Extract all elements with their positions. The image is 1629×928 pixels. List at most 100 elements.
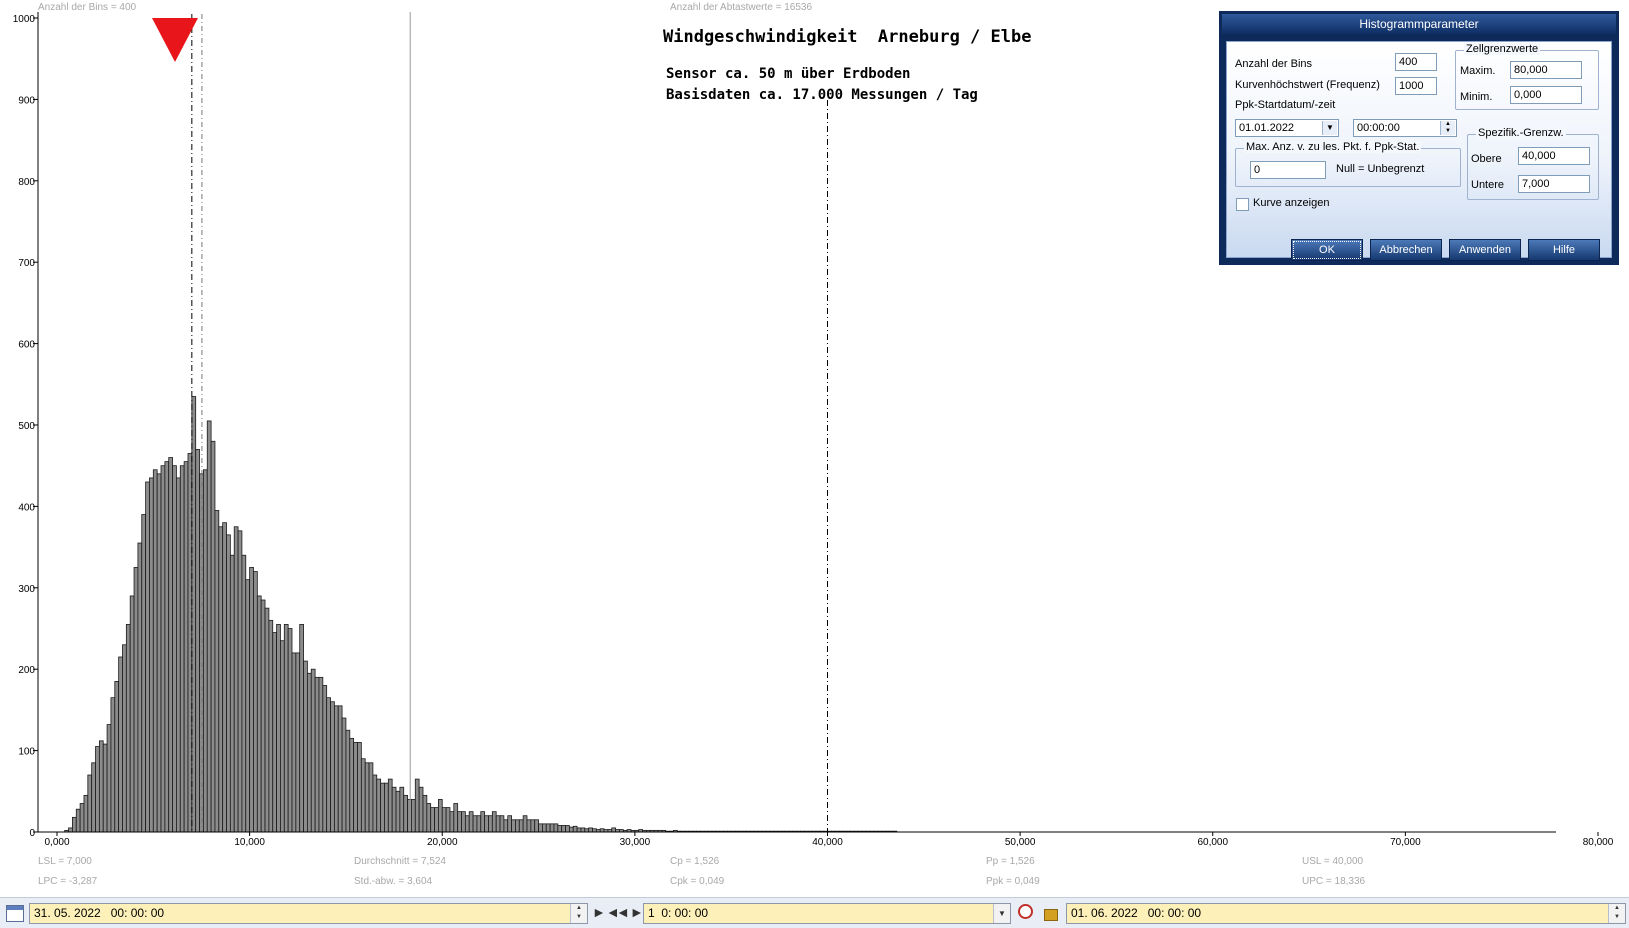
stat-lsl: LSL = 7,000 [38, 856, 92, 867]
histogram-bar [202, 469, 208, 833]
max-points-input[interactable]: 0 [1250, 161, 1326, 179]
y-tick-label: 800 [18, 177, 35, 188]
apply-button[interactable]: Anwenden [1449, 239, 1521, 261]
histogram-bar [549, 823, 555, 833]
histogram-bar [476, 815, 482, 833]
histogram-bar [253, 571, 258, 833]
cell-limits-group: Zellgrenzwerte Maxim. 80,000 Minim. 0,00… [1455, 43, 1599, 110]
start-time-value: 00:00:00 [1357, 122, 1400, 134]
stat-upc: UPC = 18,336 [1302, 876, 1366, 887]
max-cell-input[interactable]: 80,000 [1510, 61, 1582, 79]
show-curve-label[interactable]: Kurve anzeigen [1253, 197, 1329, 209]
histogram-bar [538, 823, 543, 833]
histogram-bar [152, 469, 158, 833]
y-tick-label: 200 [18, 665, 35, 676]
histogram-bar [264, 607, 270, 833]
start-time-input[interactable]: 00:00:00 ▲ ▼ [1353, 119, 1457, 137]
end-spinner-icon[interactable]: ▲ ▼ [1608, 904, 1625, 923]
y-tick-label: 600 [18, 340, 35, 351]
curvemax-label: Kurvenhöchstwert (Frequenz) [1235, 79, 1380, 91]
histogram-bar [295, 652, 301, 833]
histogram-bar [272, 632, 277, 833]
ppk-start-label: Ppk-Startdatum/-zeit [1235, 99, 1336, 111]
min-cell-input[interactable]: 0,000 [1510, 86, 1582, 104]
help-button[interactable]: Hilfe [1528, 239, 1600, 261]
show-curve-checkbox[interactable] [1236, 198, 1249, 211]
histogram-bar [141, 514, 146, 833]
histogram-bar [95, 746, 100, 833]
histogram-bar [414, 778, 420, 833]
cell-limits-group-label: Zellgrenzwerte [1464, 43, 1541, 55]
start-spinner-icon[interactable]: ▲ ▼ [570, 904, 587, 923]
upper-limit-input[interactable]: 40,000 [1518, 147, 1590, 165]
histogram-bar [307, 672, 312, 833]
calendar-icon[interactable] [6, 905, 24, 922]
histogram-parameter-dialog: Histogrammparameter Anzahl der Bins 400 … [1219, 11, 1619, 265]
stat-cpk: Cpk = 0,049 [670, 876, 725, 887]
histogram-bar [206, 420, 212, 833]
step-forward-icon[interactable]: ◄► [616, 904, 644, 920]
histogram-bar [214, 510, 220, 833]
histogram-bar [507, 815, 512, 833]
start-datetime-value: 31. 05. 2022 00: 00: 00 [34, 906, 165, 920]
curvemax-input[interactable]: 1000 [1395, 77, 1437, 95]
histogram-bar [368, 762, 374, 833]
histogram-bar [191, 396, 197, 833]
histogram-bar [330, 701, 335, 833]
histogram-bar [149, 477, 154, 833]
histogram-bar [565, 825, 570, 833]
histogram-bar [229, 554, 235, 833]
histogram-bar [249, 567, 254, 833]
start-datetime-field[interactable]: 31. 05. 2022 00: 00: 00 ▲ ▼ [29, 903, 588, 924]
histogram-bar [364, 762, 370, 833]
max-points-group-label: Max. Anz. v. zu les. Pkt. f. Ppk-Stat. [1244, 141, 1422, 153]
spec-limits-group-label: Spezifik.-Grenzw. [1476, 127, 1566, 139]
spec-limits-group: Spezifik.-Grenzw. Obere 40,000 Untere 7,… [1467, 127, 1599, 200]
bins-input[interactable]: 400 [1395, 53, 1437, 71]
histogram-bar [545, 823, 551, 833]
samples-count-label: Anzahl der Abtastwerte = 16536 [670, 2, 812, 13]
histogram-bar [357, 742, 362, 833]
ok-button[interactable]: OK [1291, 239, 1363, 261]
chevron-down-icon[interactable]: ▼ [1322, 121, 1337, 135]
chevron-down-icon[interactable]: ▼ [993, 904, 1010, 923]
histogram-bar [98, 740, 104, 833]
histogram-bar [568, 826, 574, 833]
histogram-bar [83, 794, 89, 833]
histogram-bar [534, 819, 539, 833]
histogram-bar [187, 453, 193, 833]
time-spinner-icon[interactable]: ▲ ▼ [1440, 121, 1455, 135]
histogram-bar [441, 807, 447, 833]
max-cell-label: Maxim. [1460, 65, 1496, 77]
histogram-bar [280, 640, 285, 833]
histogram-bar [218, 526, 224, 833]
histogram-bar [495, 815, 501, 833]
histogram-bar [515, 819, 520, 833]
clock-icon[interactable] [1018, 904, 1033, 919]
cancel-button[interactable]: Abbrechen [1370, 239, 1442, 261]
lock-icon[interactable] [1044, 909, 1058, 921]
interval-dropdown[interactable]: 1 0: 00: 00 ▼ [643, 903, 1011, 924]
end-datetime-value: 01. 06. 2022 00: 00: 00 [1071, 906, 1202, 920]
histogram-bar [484, 815, 489, 833]
stat-std: Std.-abw. = 3,604 [354, 876, 433, 887]
histogram-bar [399, 786, 405, 833]
histogram-bar [461, 811, 466, 833]
histogram-bar [133, 567, 139, 833]
histogram-bar [160, 465, 166, 833]
lower-limit-input[interactable]: 7,000 [1518, 175, 1590, 193]
end-datetime-field[interactable]: 01. 06. 2022 00: 00: 00 ▲ ▼ [1066, 903, 1626, 924]
histogram-bar [457, 811, 462, 833]
time-range-toolbar: 31. 05. 2022 00: 00: 00 ▲ ▼ ►◄ ◄► 1 0: 00… [0, 897, 1629, 928]
histogram-bar [576, 827, 582, 833]
histogram-bar [468, 811, 474, 833]
start-date-dropdown[interactable]: 01.01.2022 ▼ [1235, 119, 1339, 137]
min-cell-label: Minim. [1460, 91, 1493, 103]
histogram-bar [318, 676, 324, 833]
x-tick-label: 60,000 [1197, 837, 1228, 848]
histogram-bar [407, 799, 412, 833]
histogram-bar [260, 599, 266, 833]
histogram-bar [561, 825, 566, 833]
histogram-bar [310, 668, 316, 833]
histogram-bar [353, 742, 358, 833]
